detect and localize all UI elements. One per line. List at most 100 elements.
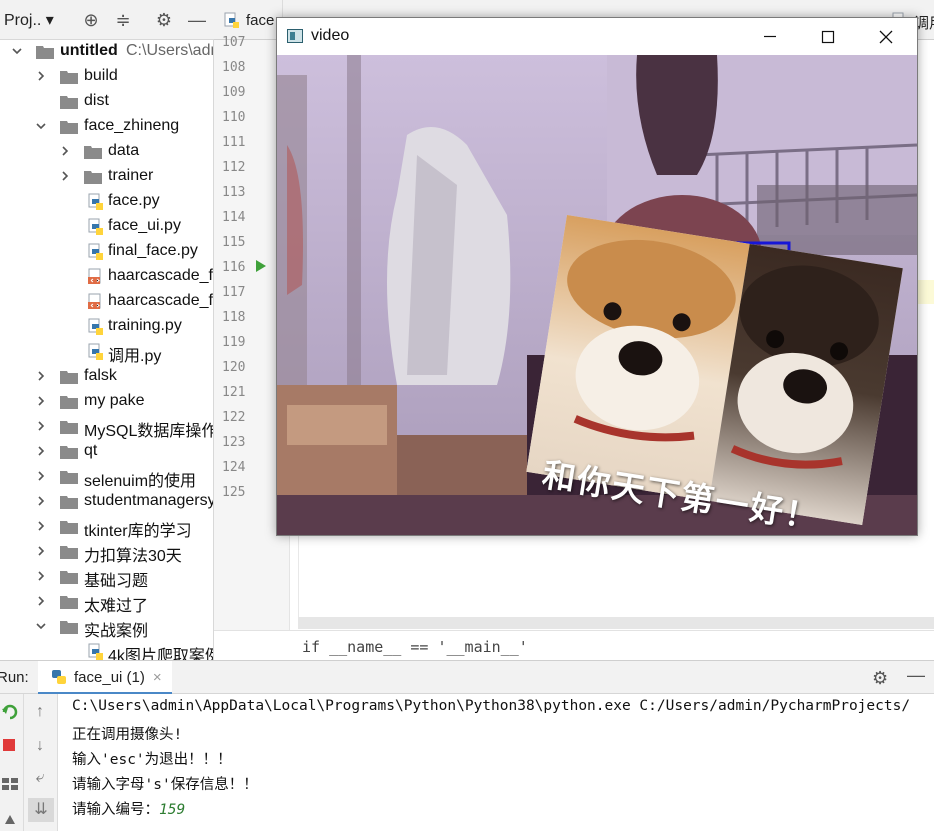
chevron-right-icon[interactable] bbox=[35, 70, 47, 82]
line-number: 122 bbox=[222, 410, 246, 425]
run-tab-label: face_ui (1) bbox=[74, 669, 145, 686]
tree-folder[interactable]: 实战案例 bbox=[0, 614, 213, 640]
tree-folder[interactable]: qt bbox=[0, 439, 213, 464]
project-panel-title[interactable]: Proj.. ▾ bbox=[4, 10, 54, 30]
folder-icon bbox=[60, 369, 78, 384]
collapse-all-icon[interactable]: ≑ bbox=[112, 9, 134, 31]
tree-file[interactable]: haarcascade_fron bbox=[0, 264, 213, 289]
chevron-right-icon[interactable] bbox=[35, 495, 47, 507]
tree-folder[interactable]: untitled C:\Users\admin bbox=[0, 40, 213, 64]
tree-item-label: falsk bbox=[84, 367, 117, 384]
breadcrumb-item[interactable]: if __name__ == '__main__' bbox=[302, 638, 528, 656]
python-file-icon bbox=[224, 12, 239, 28]
tree-file[interactable]: face_ui.py bbox=[0, 214, 213, 239]
chevron-right-icon[interactable] bbox=[35, 470, 47, 482]
tree-folder[interactable]: build bbox=[0, 64, 213, 89]
folder-icon bbox=[36, 44, 54, 59]
editor-tab-face[interactable]: face bbox=[214, 0, 284, 39]
chevron-right-icon[interactable] bbox=[35, 370, 47, 382]
tree-item-label: face.py bbox=[108, 192, 160, 209]
chevron-down-icon[interactable] bbox=[11, 45, 23, 57]
tree-folder[interactable]: 太难过了 bbox=[0, 589, 213, 615]
maximize-icon[interactable] bbox=[799, 18, 857, 55]
tree-folder[interactable]: trainer bbox=[0, 164, 213, 189]
console-line: 请输入编号：159 bbox=[72, 798, 185, 819]
line-number: 110 bbox=[222, 110, 246, 125]
minimize-panel-icon[interactable]: — bbox=[186, 9, 208, 31]
rerun-icon[interactable] bbox=[0, 702, 20, 722]
video-window[interactable]: video 和你天下第一好！ bbox=[276, 17, 918, 536]
scroll-up-icon[interactable]: ↑ bbox=[30, 702, 50, 722]
layout-icon[interactable] bbox=[0, 774, 20, 794]
tree-file[interactable]: haarcascade_fron bbox=[0, 289, 213, 314]
tree-folder[interactable]: my pake bbox=[0, 389, 213, 414]
tree-item-label: 调用.py bbox=[108, 348, 162, 365]
chevron-right-icon[interactable] bbox=[35, 595, 47, 607]
gear-icon[interactable]: ⚙ bbox=[153, 9, 175, 31]
chevron-down-icon[interactable] bbox=[35, 620, 47, 632]
tree-folder[interactable]: tkinter库的学习 bbox=[0, 514, 213, 540]
tree-folder[interactable]: data bbox=[0, 139, 213, 164]
line-number: 123 bbox=[222, 435, 246, 450]
line-number: 120 bbox=[222, 360, 246, 375]
pin-icon[interactable] bbox=[0, 809, 20, 829]
line-number: 113 bbox=[222, 185, 246, 200]
python-file-icon bbox=[88, 218, 104, 236]
stop-icon[interactable] bbox=[0, 736, 20, 756]
tree-item-label: final_face.py bbox=[108, 242, 198, 259]
close-icon[interactable] bbox=[857, 18, 915, 55]
chevron-right-icon[interactable] bbox=[35, 420, 47, 432]
run-toolbar-primary bbox=[0, 694, 24, 831]
tree-folder[interactable]: 力扣算法30天 bbox=[0, 539, 213, 565]
scroll-to-end-icon[interactable]: ⇊ bbox=[28, 798, 54, 822]
tree-item-label: dist bbox=[84, 92, 109, 109]
tree-folder[interactable]: falsk bbox=[0, 364, 213, 389]
scroll-down-icon[interactable]: ↓ bbox=[30, 736, 50, 756]
tree-file[interactable]: training.py bbox=[0, 314, 213, 339]
folder-icon bbox=[60, 94, 78, 109]
tree-file[interactable]: 4k图片爬取案例.py bbox=[0, 639, 213, 660]
line-number: 124 bbox=[222, 460, 246, 475]
project-panel-header: Proj.. ▾ ⊕ ≑ ⚙ — bbox=[0, 0, 214, 40]
run-console[interactable]: C:\Users\admin\AppData\Local\Programs\Py… bbox=[58, 694, 934, 831]
tree-folder[interactable]: studentmanagersyste bbox=[0, 489, 213, 514]
chevron-down-icon[interactable] bbox=[35, 120, 47, 132]
video-titlebar[interactable]: video bbox=[277, 18, 917, 55]
minimize-icon[interactable] bbox=[741, 18, 799, 55]
folder-icon bbox=[60, 569, 78, 584]
tree-folder[interactable]: dist bbox=[0, 89, 213, 114]
run-tab-face-ui[interactable]: face_ui (1) × bbox=[38, 661, 172, 695]
soft-wrap-icon[interactable]: ⤶ bbox=[30, 768, 50, 788]
chevron-right-icon[interactable] bbox=[35, 520, 47, 532]
console-line: C:\Users\admin\AppData\Local\Programs\Py… bbox=[72, 698, 911, 714]
python-run-icon bbox=[52, 670, 66, 684]
chevron-right-icon[interactable] bbox=[35, 395, 47, 407]
tree-folder[interactable]: 基础习题 bbox=[0, 564, 213, 590]
folder-icon bbox=[60, 619, 78, 634]
tree-file[interactable]: final_face.py bbox=[0, 239, 213, 264]
chevron-right-icon[interactable] bbox=[59, 170, 71, 182]
tree-item-label: selenuim的使用 bbox=[84, 473, 197, 490]
chevron-right-icon[interactable] bbox=[35, 445, 47, 457]
chevron-right-icon[interactable] bbox=[35, 545, 47, 557]
close-tab-icon[interactable]: × bbox=[153, 669, 162, 686]
folder-icon bbox=[60, 544, 78, 559]
chevron-right-icon[interactable] bbox=[59, 145, 71, 157]
locate-icon[interactable]: ⊕ bbox=[80, 9, 102, 31]
tree-folder[interactable]: face_zhineng bbox=[0, 114, 213, 139]
gear-icon[interactable]: ⚙ bbox=[872, 668, 888, 689]
folder-icon bbox=[60, 444, 78, 459]
run-toolbar-secondary: ↑ ↓ ⤶ ⇊ bbox=[24, 694, 58, 831]
tree-file[interactable]: face.py bbox=[0, 189, 213, 214]
horizontal-scrollbar[interactable] bbox=[298, 617, 934, 629]
tree-file[interactable]: 调用.py bbox=[0, 339, 213, 365]
console-prompt: 请输入编号： bbox=[72, 802, 159, 818]
tree-folder[interactable]: MySQL数据库操作 bbox=[0, 414, 213, 440]
tree-folder[interactable]: selenuim的使用 bbox=[0, 464, 213, 490]
chevron-right-icon[interactable] bbox=[35, 570, 47, 582]
line-number: 109 bbox=[222, 85, 246, 100]
editor-tab-label: face bbox=[246, 12, 275, 29]
minimize-panel-icon[interactable]: — bbox=[907, 665, 925, 686]
folder-icon bbox=[60, 394, 78, 409]
run-gutter-icon[interactable] bbox=[256, 260, 266, 272]
